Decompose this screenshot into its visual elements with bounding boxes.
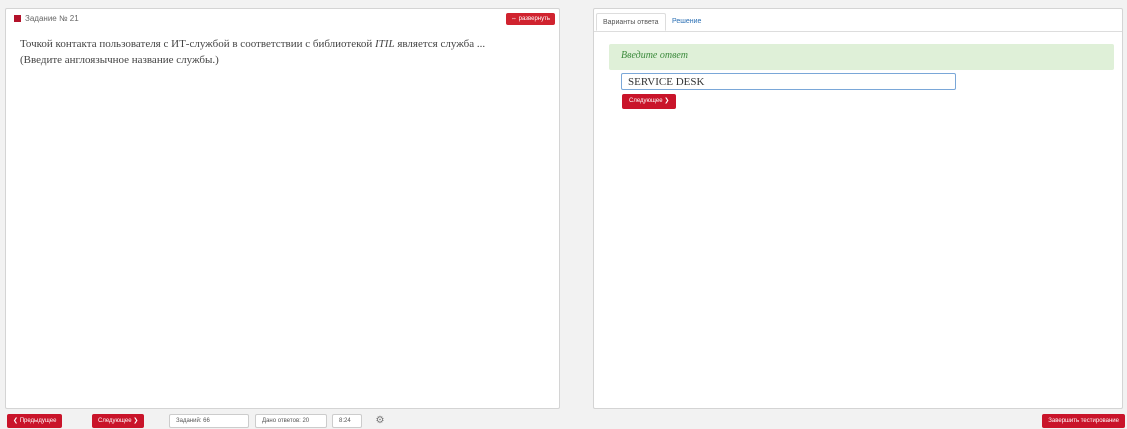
question-header: Задание № 21 ⇔ развернуть: [6, 9, 559, 29]
timer: 8:24: [332, 414, 362, 428]
question-term-itil: ITIL: [375, 38, 395, 50]
tab-solution[interactable]: Решение: [666, 13, 707, 31]
gear-icon[interactable]: ⚙: [373, 414, 387, 428]
task-marker-icon: [14, 15, 21, 22]
question-text: Точкой контакта пользователя с ИТ-службо…: [20, 36, 540, 68]
finish-test-button[interactable]: Завершить тестирование: [1042, 414, 1125, 428]
question-line-2: (Введите англоязычное название службы.): [20, 54, 219, 66]
answer-next-button[interactable]: Следующее ❯: [622, 94, 677, 109]
question-panel: Задание № 21 ⇔ развернуть Точкой контакт…: [5, 8, 560, 409]
answer-banner-text: Введите ответ: [621, 50, 688, 61]
next-button[interactable]: Следующее ❯: [92, 414, 145, 428]
task-number: Задание № 21: [25, 14, 79, 23]
tasks-count: Заданий: 66: [169, 414, 249, 428]
answers-count: Дано ответов: 20: [255, 414, 327, 428]
question-line-1: Точкой контакта пользователя с ИТ-службо…: [20, 36, 540, 52]
answer-tabs: Варианты ответа Решение: [594, 9, 1122, 32]
prev-button[interactable]: ❮ Предыдущее: [7, 414, 63, 428]
expand-button[interactable]: ⇔ развернуть: [505, 13, 555, 25]
question-line-1-end: является служба ...: [394, 38, 486, 50]
answer-banner: Введите ответ: [609, 44, 1114, 70]
answer-input[interactable]: [621, 73, 956, 90]
question-line-1-start: Точкой контакта пользователя с ИТ-службо…: [20, 38, 375, 50]
tab-answer-options[interactable]: Варианты ответа: [596, 13, 666, 31]
answer-panel: Варианты ответа Решение Введите ответ Сл…: [593, 8, 1123, 409]
